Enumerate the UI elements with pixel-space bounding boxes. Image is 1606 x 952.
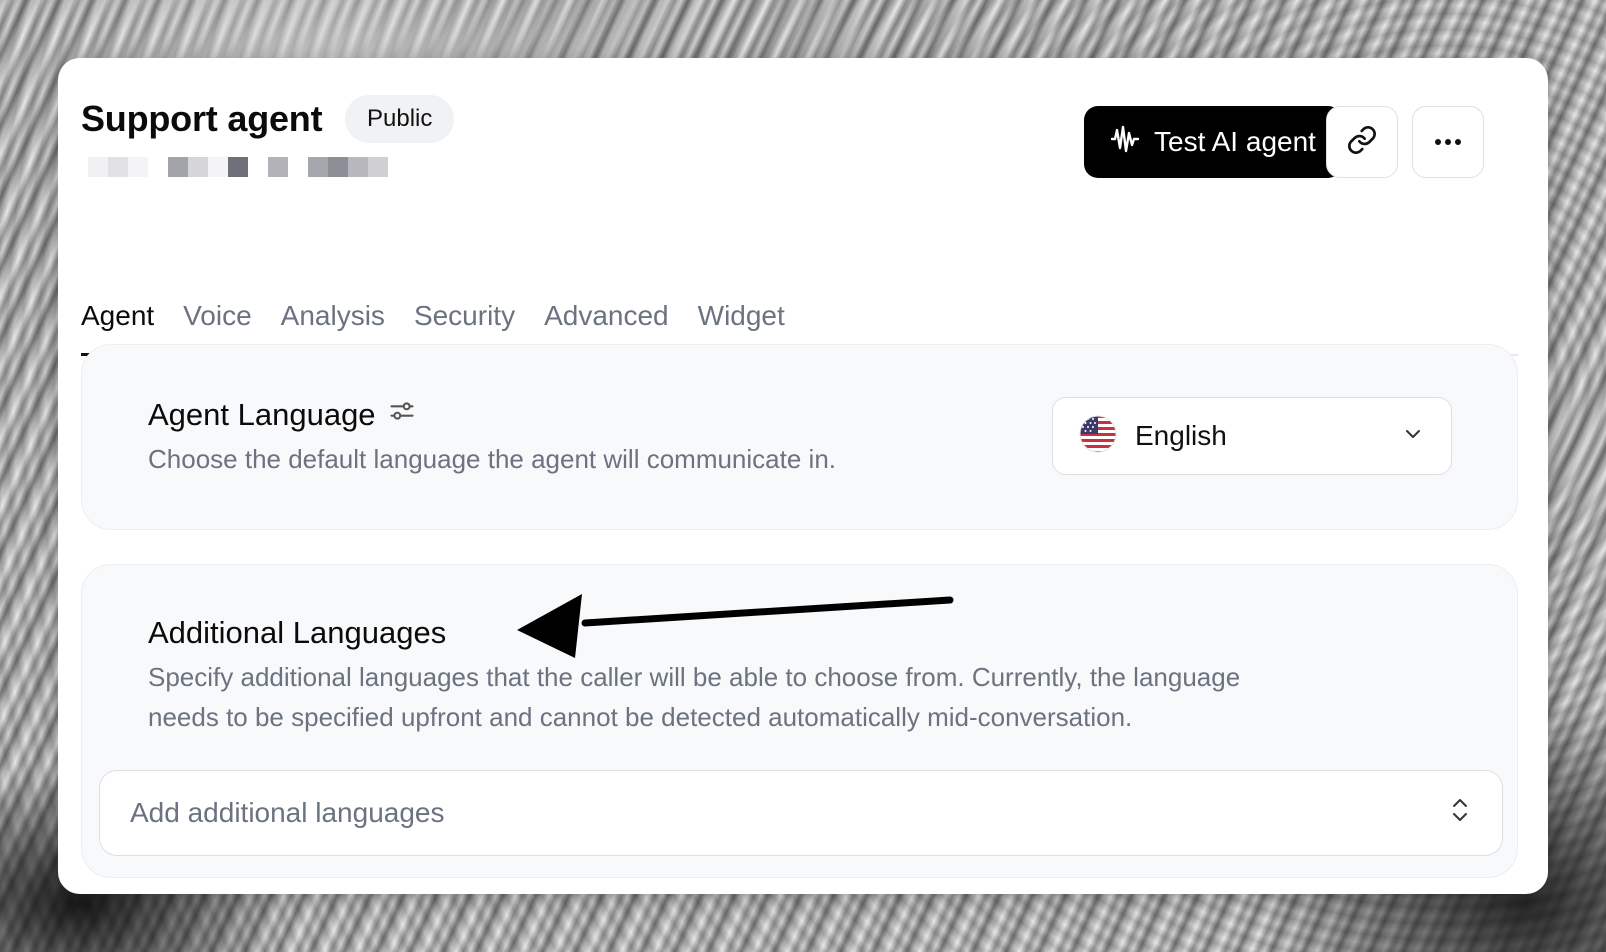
- agent-language-title: Agent Language: [148, 397, 376, 432]
- settings-sliders-icon[interactable]: [388, 397, 416, 433]
- test-ai-agent-label: Test AI agent: [1154, 126, 1316, 157]
- waveform-icon: [1110, 124, 1140, 161]
- annotation-arrow: [517, 594, 954, 658]
- agent-language-description: Choose the default language the agent wi…: [148, 444, 836, 474]
- tab-advanced[interactable]: Advanced: [544, 221, 669, 354]
- tab-widget[interactable]: Widget: [698, 221, 785, 354]
- more-options-button[interactable]: [1412, 106, 1484, 178]
- agent-language-select[interactable]: English: [1052, 397, 1452, 475]
- us-flag-icon: [1079, 415, 1117, 458]
- test-ai-agent-button[interactable]: Test AI agent: [1084, 106, 1342, 178]
- additional-languages-description-line1: Specify additional languages that the ca…: [148, 662, 1241, 692]
- more-options-icon: [1434, 133, 1462, 151]
- agent-settings-card: Support agent Public Test AI agent Agent…: [58, 58, 1548, 894]
- tab-voice[interactable]: Voice: [183, 221, 252, 354]
- additional-languages-title: Additional Languages: [148, 615, 447, 650]
- additional-languages-description-line2: needs to be specified upfront and cannot…: [148, 702, 1133, 732]
- page-title: Support agent: [81, 98, 323, 139]
- add-languages-placeholder: Add additional languages: [130, 797, 445, 828]
- copy-link-button[interactable]: [1326, 106, 1398, 178]
- agent-language-panel: Agent Language Choose the default langua…: [81, 344, 1518, 530]
- tab-security[interactable]: Security: [414, 221, 515, 354]
- redacted-agent-id: [88, 157, 388, 177]
- agent-language-heading: Agent Language: [148, 397, 416, 433]
- add-additional-languages-select[interactable]: Add additional languages: [99, 770, 1503, 856]
- link-icon: [1346, 124, 1378, 161]
- selected-language-label: English: [1135, 420, 1227, 451]
- settings-tabs: Agent Voice Analysis Security Advanced W…: [81, 223, 1518, 356]
- tab-agent[interactable]: Agent: [81, 221, 155, 356]
- chevron-down-icon: [1401, 422, 1425, 451]
- tab-analysis[interactable]: Analysis: [281, 221, 385, 354]
- chevron-up-down-icon: [1448, 795, 1472, 832]
- visibility-badge: Public: [345, 95, 455, 143]
